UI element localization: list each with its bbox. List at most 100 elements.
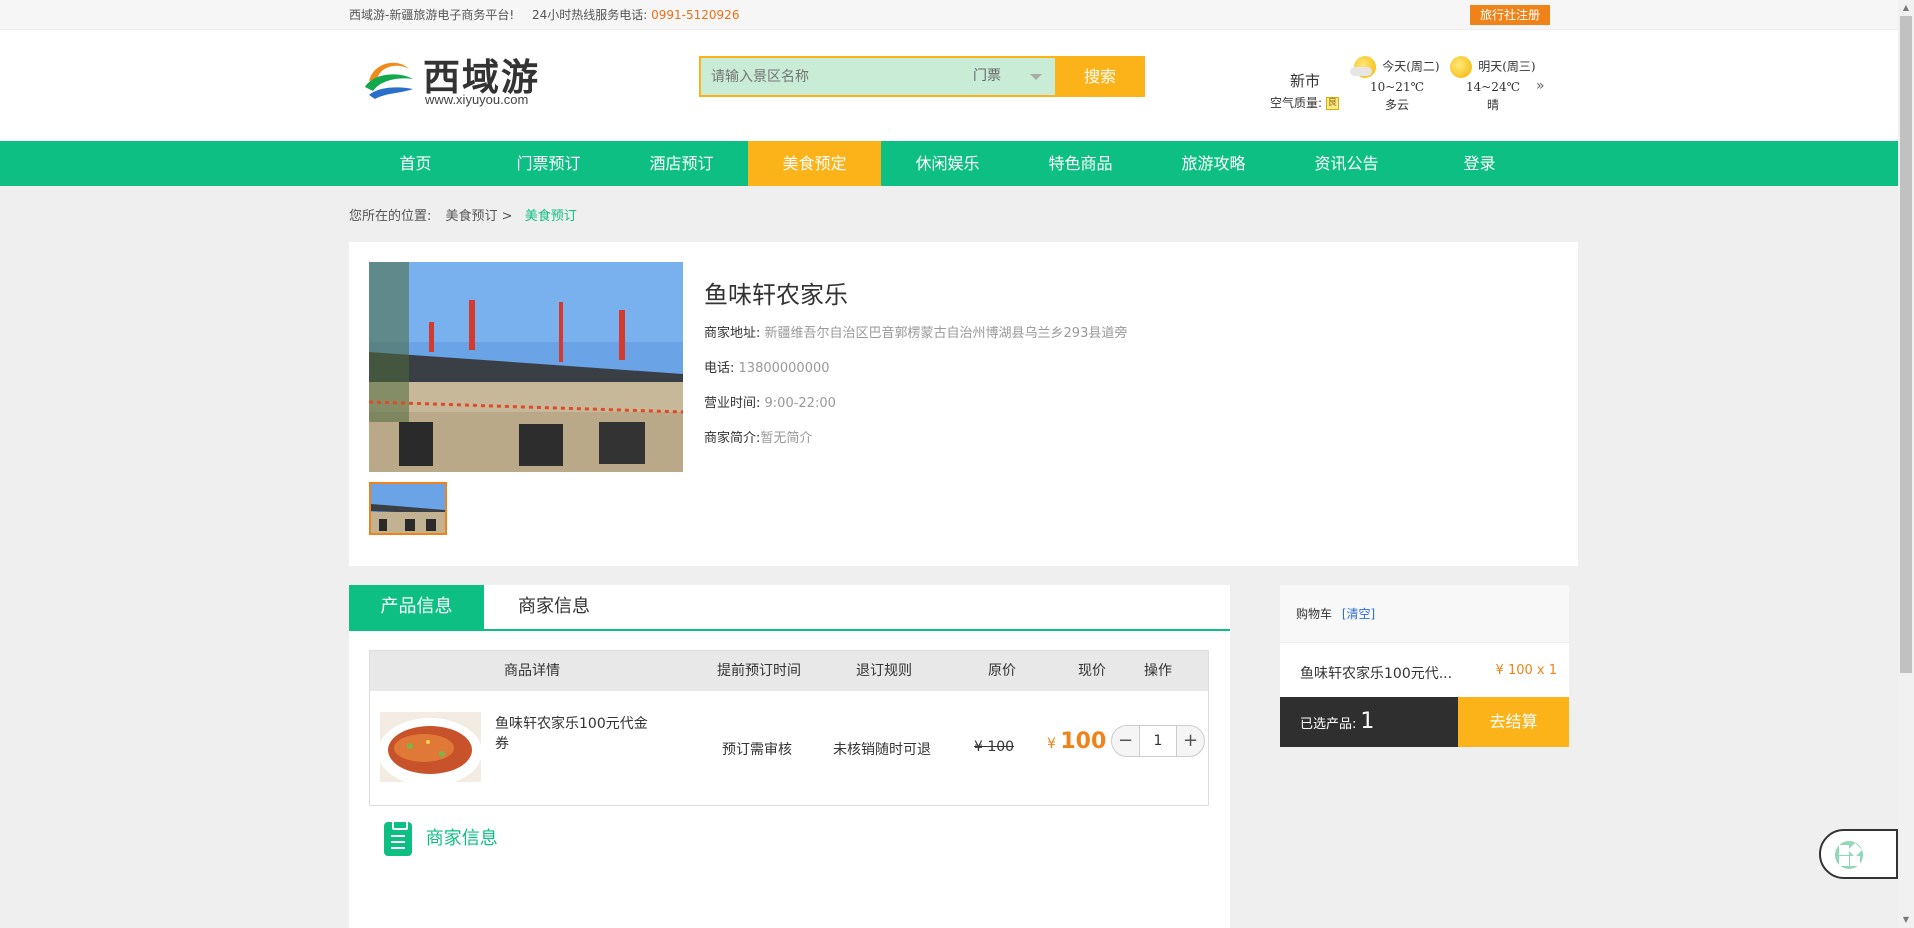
scroll-up-arrow-icon[interactable]: ▲ (1898, 0, 1914, 16)
nav-item-login[interactable]: 登录 (1413, 141, 1546, 186)
weather-today-desc: 多云 (1384, 98, 1409, 112)
merchant-section-title: 商家信息 (425, 828, 498, 849)
hours-label: 营业时间: (704, 396, 761, 411)
selected-label: 已选产品: (1300, 717, 1357, 732)
table-header: 商品详情 提前预订时间 退订规则 原价 现价 操作 (370, 651, 1208, 691)
merchant-name: 鱼味轩农家乐 (704, 281, 848, 309)
selected-count: 1 (1360, 709, 1375, 734)
weather-city[interactable]: 新市 (1290, 70, 1320, 91)
cart-header: 购物车 [清空] (1280, 585, 1569, 643)
current-price-value: 100 (1060, 729, 1107, 754)
weather-tomorrow-desc: 晴 (1486, 98, 1499, 112)
merchant-phone: 电话: 13800000000 (704, 357, 830, 376)
table-row: 鱼味轩农家乐100元代金券 预订需审核 未核销随时可退 ¥ 100 ¥ 100 … (370, 691, 1208, 805)
merchant-card: 鱼味轩农家乐 商家地址: 新疆维吾尔自治区巴音郭楞蒙古自治州博湖县乌兰乡293县… (349, 242, 1578, 566)
floating-widget-button[interactable] (1819, 829, 1898, 879)
search-category-select[interactable]: 门票 (973, 58, 1001, 95)
col-header-refund: 退订规则 (856, 663, 912, 679)
weather-today-temp: 10~21℃ (1369, 80, 1425, 94)
breadcrumb-parent[interactable]: 美食预订 > (446, 209, 513, 224)
top-bar: 西域游-新疆旅游电子商务平台! 24小时热线服务电话: 0991-5120926… (0, 0, 1914, 30)
nav-item-tickets[interactable]: 门票预订 (482, 141, 615, 186)
hours-value: 9:00-22:00 (764, 396, 836, 411)
weather-today: 今天(周二) 10~21℃ 多云 (1350, 56, 1442, 114)
breadcrumb-current[interactable]: 美食预订 (525, 209, 577, 224)
phone-value: 13800000000 (738, 361, 830, 376)
intro-label: 商家简介: (704, 431, 761, 446)
selected-count-box: 已选产品: 1 (1280, 697, 1458, 747)
sunny-icon (1450, 56, 1473, 78)
advance-booking: 预订需审核 (722, 742, 792, 758)
hotline-number: 0991-5120926 (651, 8, 740, 22)
partly-cloudy-icon (1350, 56, 1377, 78)
phone-label: 电话: (704, 361, 735, 376)
weather-tomorrow-label: 明天(周三) (1478, 59, 1536, 74)
current-price: ¥ 100 (1047, 729, 1106, 754)
merchant-main-photo (369, 262, 683, 472)
chevron-down-icon[interactable] (1030, 74, 1042, 80)
address-value: 新疆维吾尔自治区巴音郭楞蒙古自治州博湖县乌兰乡293县道旁 (764, 326, 1128, 341)
col-header-price: 现价 (1078, 663, 1106, 679)
weather-today-label: 今天(周二) (1382, 59, 1440, 74)
agency-register-button[interactable]: 旅行社注册 (1470, 5, 1550, 25)
currency-symbol: ¥ (1047, 736, 1056, 752)
nav-item-guides[interactable]: 旅游攻略 (1147, 141, 1280, 186)
scroll-down-arrow-icon[interactable]: ▼ (1898, 912, 1914, 928)
refund-rule: 未核销随时可退 (833, 742, 931, 758)
merchant-thumbnail[interactable] (369, 482, 447, 535)
nav-item-food[interactable]: 美食预定 (748, 141, 881, 186)
nav-item-news[interactable]: 资讯公告 (1280, 141, 1413, 186)
merchant-address: 商家地址: 新疆维吾尔自治区巴音郭楞蒙古自治州博湖县乌兰乡293县道旁 (704, 322, 1127, 341)
weather-tomorrow: 明天(周三) 14~24℃ 晴 (1448, 56, 1538, 114)
nav-item-specialty[interactable]: 特色商品 (1014, 141, 1147, 186)
original-price: ¥ 100 (974, 739, 1015, 755)
dish-photo[interactable] (380, 712, 481, 782)
logo-url: www.xiyuyou.com (425, 92, 529, 107)
product-tabs: 产品信息 商家信息 (349, 585, 1230, 631)
merchant-section-heading: 商家信息 (384, 820, 498, 856)
air-quality-badge: 良 (1325, 97, 1339, 110)
top-bar-inner: 西域游-新疆旅游电子商务平台! 24小时热线服务电话: 0991-5120926 (349, 0, 1549, 30)
cart-item-name: 鱼味轩农家乐100元代... (1300, 666, 1453, 682)
weather-more-icon[interactable]: » (1536, 78, 1545, 94)
search-bar: 门票 搜索 (699, 56, 1145, 97)
quantity-stepper: − 1 + (1111, 725, 1205, 757)
site-tagline: 西域游-新疆旅游电子商务平台! (349, 8, 515, 22)
apps-icon (1835, 841, 1863, 869)
scrollbar-thumb[interactable] (1900, 16, 1912, 673)
nav-item-hotels[interactable]: 酒店预订 (615, 141, 748, 186)
tab-product-info[interactable]: 产品信息 (349, 585, 484, 629)
air-quality-label: 空气质量: (1270, 96, 1323, 110)
header: 西域游 www.xiyuyou.com 门票 搜索 新市 空气质量: 良 今天(… (0, 30, 1898, 141)
breadcrumb: 您所在的位置: 美食预订 > 美食预订 (349, 205, 577, 224)
search-input[interactable] (711, 58, 961, 95)
merchant-intro: 商家简介:暂无简介 (704, 427, 812, 446)
breadcrumb-label: 您所在的位置: (349, 209, 432, 224)
main-nav: 首页 门票预订 酒店预订 美食预定 休闲娱乐 特色商品 旅游攻略 资讯公告 登录 (0, 141, 1898, 186)
decrease-button[interactable]: − (1112, 726, 1140, 756)
col-header-advance: 提前预订时间 (717, 663, 801, 679)
intro-value: 暂无简介 (760, 431, 813, 446)
col-header-action: 操作 (1144, 663, 1172, 679)
search-button[interactable]: 搜索 (1055, 56, 1145, 97)
cart-item-price: ¥ 100 x 1 (1495, 663, 1557, 678)
cart-title: 购物车 (1296, 607, 1333, 621)
quantity-input[interactable]: 1 (1140, 726, 1176, 756)
cart-clear-link[interactable]: [清空] (1342, 607, 1375, 621)
site-logo[interactable]: 西域游 www.xiyuyou.com (359, 47, 549, 107)
weather-tomorrow-temp: 14~24℃ (1465, 80, 1521, 94)
air-quality: 空气质量: 良 (1270, 94, 1339, 111)
tab-merchant-info[interactable]: 商家信息 (484, 585, 624, 629)
address-label: 商家地址: (704, 326, 761, 341)
merchant-hours: 营业时间: 9:00-22:00 (704, 392, 836, 411)
increase-button[interactable]: + (1176, 726, 1204, 756)
nav-item-leisure[interactable]: 休闲娱乐 (881, 141, 1014, 186)
col-header-original: 原价 (988, 663, 1016, 679)
checkout-button[interactable]: 去结算 (1458, 697, 1569, 747)
hotline-label: 24小时热线服务电话: (531, 8, 648, 22)
dish-name[interactable]: 鱼味轩农家乐100元代金券 (495, 714, 655, 754)
page-scrollbar[interactable]: ▲ ▼ (1898, 0, 1914, 928)
logo-mark-icon (365, 62, 413, 99)
nav-item-home[interactable]: 首页 (349, 141, 482, 186)
shopping-cart: 购物车 [清空] 鱼味轩农家乐100元代... ¥ 100 x 1 已选产品: 1… (1280, 585, 1569, 747)
